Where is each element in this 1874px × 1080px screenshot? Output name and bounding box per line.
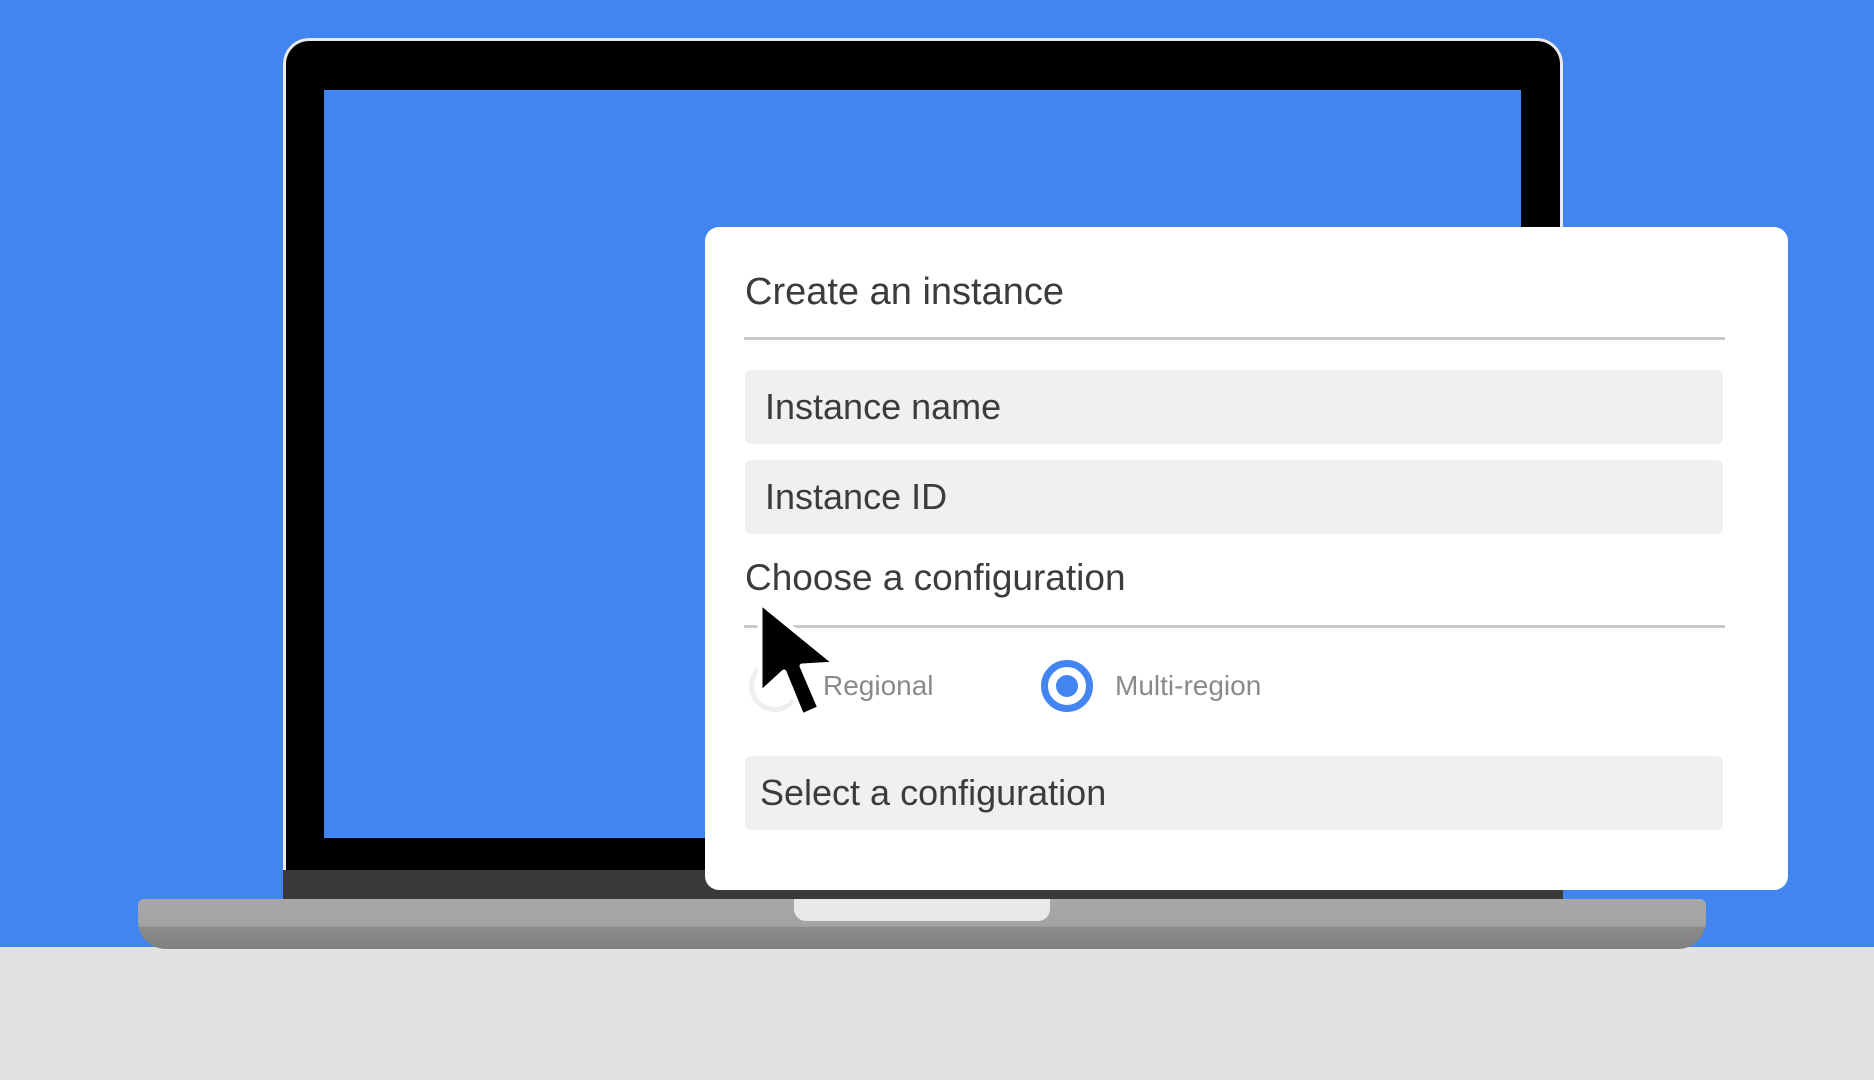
instance-id-input[interactable] xyxy=(745,460,1723,534)
illustration-scene: Create an instance Choose a configuratio… xyxy=(0,0,1874,1080)
laptop-screen: Create an instance Choose a configuratio… xyxy=(324,90,1788,890)
title-divider xyxy=(744,337,1725,340)
radio-multi-region[interactable]: Multi-region xyxy=(1041,660,1261,712)
radio-checked-icon[interactable] xyxy=(1041,660,1093,712)
laptop-opening-notch xyxy=(794,899,1050,921)
create-instance-dialog: Create an instance Choose a configuratio… xyxy=(705,227,1788,890)
radio-multi-region-label: Multi-region xyxy=(1115,670,1262,701)
configuration-heading: Choose a configuration xyxy=(745,557,1126,598)
configuration-select[interactable]: Select a configuration xyxy=(745,756,1723,830)
instance-name-input[interactable] xyxy=(745,370,1723,444)
desk-surface xyxy=(0,947,1874,1080)
mouse-pointer-icon xyxy=(757,599,839,719)
dialog-title: Create an instance xyxy=(745,271,1064,313)
configuration-divider xyxy=(744,625,1725,628)
